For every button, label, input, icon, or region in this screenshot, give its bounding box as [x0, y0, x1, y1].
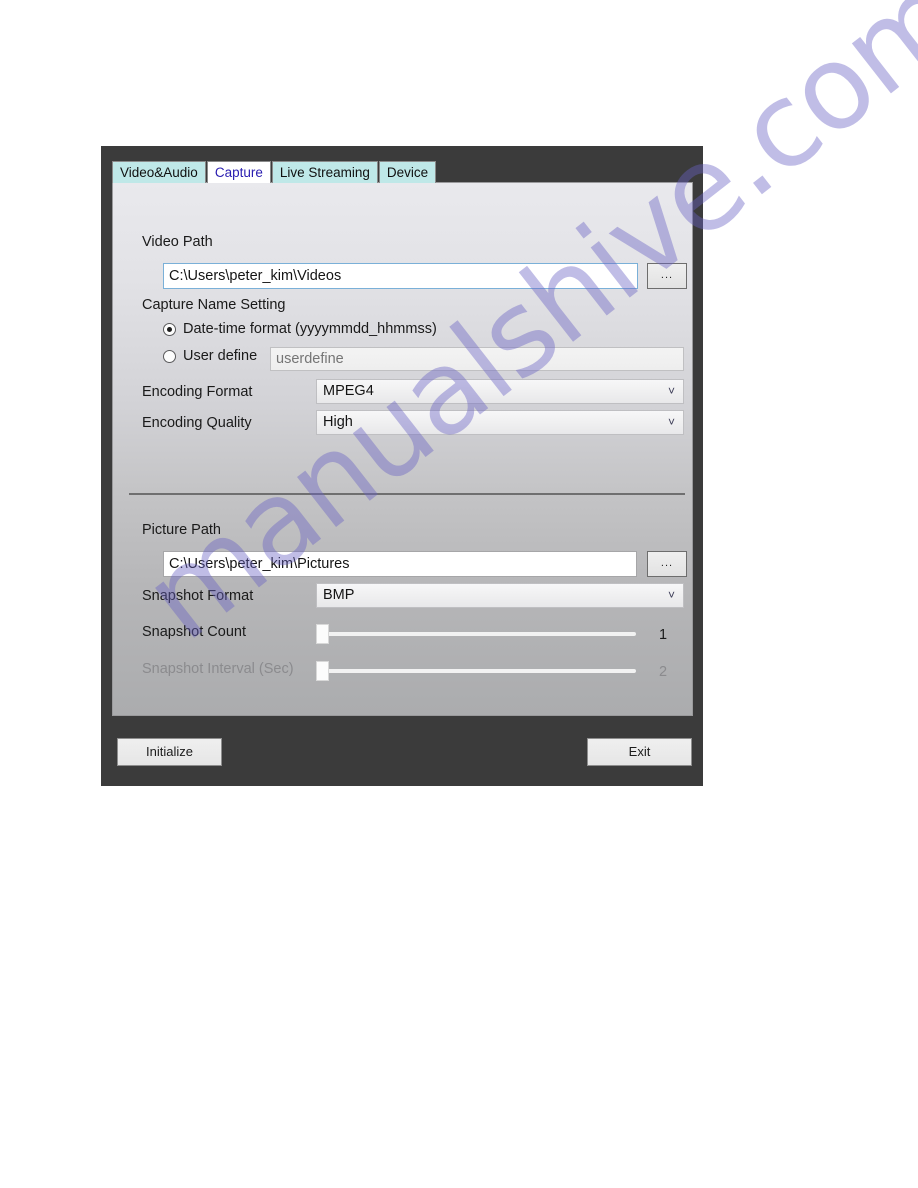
- snapshot-format-value: BMP: [323, 587, 355, 603]
- tab-live-streaming[interactable]: Live Streaming: [271, 161, 378, 183]
- encoding-quality-select[interactable]: High ˅: [316, 410, 684, 435]
- chevron-down-icon: ˅: [667, 588, 675, 602]
- capture-name-setting-label: Capture Name Setting: [142, 297, 286, 313]
- picture-path-browse-button[interactable]: ...: [647, 551, 687, 577]
- video-path-browse-button[interactable]: ...: [647, 263, 687, 289]
- radio-userdefine-label: User define: [183, 348, 258, 364]
- snapshot-interval-slider[interactable]: [316, 660, 636, 682]
- radio-option-datetime-format[interactable]: Date-time format (yyyymmdd_hhmmss): [163, 321, 437, 337]
- capture-settings-dialog: Video&Audio Capture Live Streaming Devic…: [101, 146, 703, 786]
- snapshot-interval-slider-track[interactable]: [316, 669, 636, 673]
- snapshot-count-value: 1: [659, 627, 668, 643]
- snapshot-interval-value: 2: [659, 664, 668, 680]
- exit-button[interactable]: Exit: [587, 738, 692, 766]
- tab-video-audio[interactable]: Video&Audio: [112, 161, 206, 183]
- tab-capture[interactable]: Capture: [206, 161, 271, 183]
- chevron-down-icon: ˅: [667, 415, 675, 429]
- radio-datetime-indicator: [163, 322, 176, 336]
- user-define-input[interactable]: [270, 347, 684, 371]
- snapshot-format-label: Snapshot Format: [142, 588, 254, 604]
- initialize-button[interactable]: Initialize: [117, 738, 222, 766]
- chevron-down-icon: ˅: [667, 384, 675, 398]
- section-divider: [129, 493, 685, 495]
- video-path-label: Video Path: [142, 234, 213, 250]
- snapshot-count-slider[interactable]: [316, 623, 636, 645]
- encoding-format-select[interactable]: MPEG4 ˅: [316, 379, 684, 404]
- encoding-format-value: MPEG4: [323, 383, 374, 399]
- picture-path-label: Picture Path: [142, 522, 221, 538]
- encoding-format-label: Encoding Format: [142, 384, 253, 400]
- snapshot-count-label: Snapshot Count: [142, 624, 246, 640]
- tab-bar: Video&Audio Capture Live Streaming Devic…: [112, 161, 437, 183]
- radio-datetime-label: Date-time format (yyyymmdd_hhmmss): [183, 321, 437, 337]
- snapshot-count-slider-thumb[interactable]: [316, 624, 329, 644]
- tab-device[interactable]: Device: [378, 161, 437, 183]
- encoding-quality-value: High: [323, 414, 353, 430]
- capture-settings-panel: Video Path ... Capture Name Setting Date…: [112, 182, 693, 716]
- snapshot-interval-label: Snapshot Interval (Sec): [142, 661, 294, 677]
- radio-option-user-define[interactable]: User define: [163, 348, 257, 364]
- snapshot-format-select[interactable]: BMP ˅: [316, 583, 684, 608]
- video-path-input[interactable]: [163, 263, 638, 289]
- radio-userdefine-indicator: [163, 349, 176, 363]
- encoding-quality-label: Encoding Quality: [142, 415, 252, 431]
- picture-path-input[interactable]: [163, 551, 637, 577]
- snapshot-count-slider-track[interactable]: [316, 632, 636, 636]
- snapshot-interval-slider-thumb[interactable]: [316, 661, 329, 681]
